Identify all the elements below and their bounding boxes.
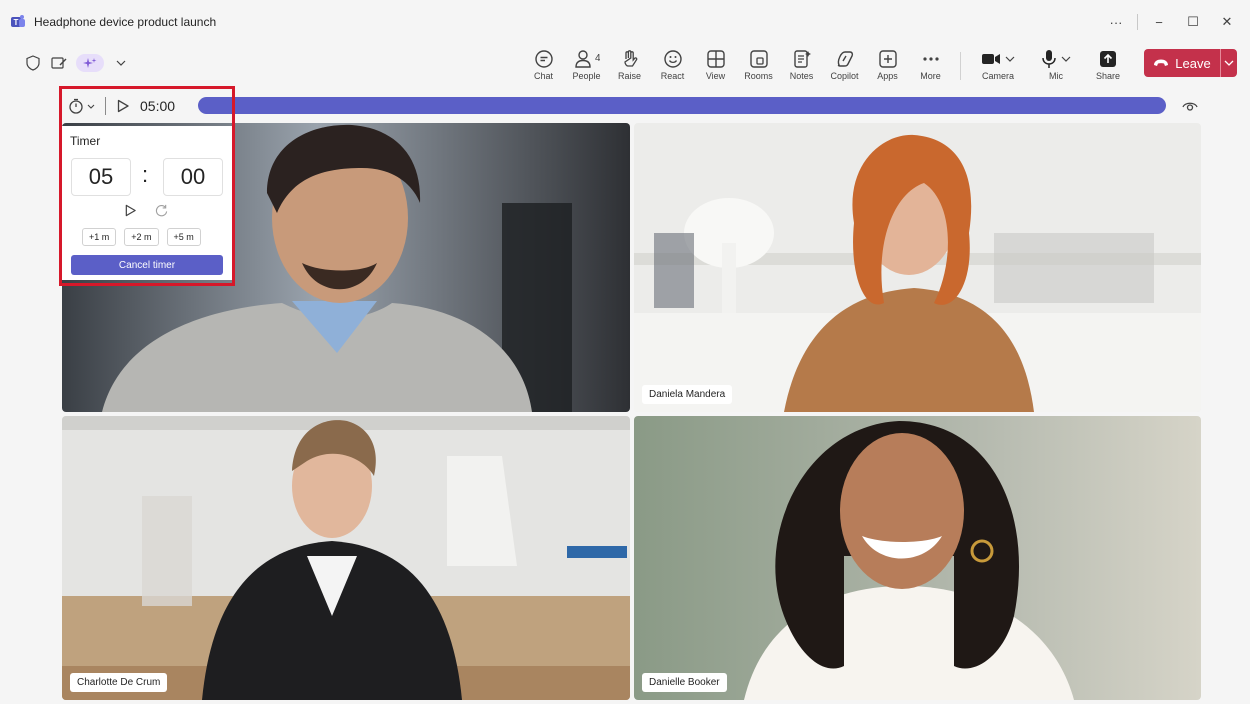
mic-button[interactable]: Mic [1027,46,1085,81]
timer-display: 05:00 [140,98,176,114]
view-label: View [705,71,726,81]
people-icon: 4 [574,48,600,70]
rooms-icon [749,48,769,70]
react-icon [663,48,683,70]
video-tile-3[interactable]: Charlotte De Crum [62,416,630,700]
apps-icon [878,48,898,70]
share-button[interactable]: Share [1085,46,1131,81]
chat-label: Chat [533,71,553,81]
participant-name: Charlotte De Crum [70,673,168,692]
people-count: 4 [595,53,600,64]
camera-button[interactable]: Camera [969,46,1027,81]
window-controls-divider [1137,14,1138,30]
shield-icon[interactable] [24,54,42,72]
camera-icon [982,54,1000,64]
add-2-minutes-button[interactable]: +2 m [124,228,159,246]
video-tile-4[interactable]: Danielle Booker [634,416,1201,700]
add-time-buttons: +1 m +2 m +5 m [82,228,201,246]
notes-icon [792,48,812,70]
notes-edit-icon[interactable] [50,54,68,72]
mic-label: Mic [1049,71,1063,81]
copilot-button[interactable]: Copilot [823,46,866,84]
minimize-button[interactable]: − [1142,8,1176,36]
toolbar-buttons: Chat 4 People Raise React View Rooms Not… [522,46,1131,84]
play-icon[interactable] [124,204,137,217]
visibility-icon[interactable] [1182,98,1198,112]
chevron-down-icon[interactable] [1061,56,1071,62]
people-button[interactable]: 4 People [565,46,608,84]
play-icon[interactable] [116,99,130,113]
apps-button[interactable]: Apps [866,46,909,84]
chevron-down-icon[interactable] [1005,56,1015,62]
view-icon [706,48,726,70]
timer-menu-button[interactable] [68,98,95,114]
toolbar-divider [960,52,961,80]
window-more-button[interactable]: ··· [1099,8,1133,36]
time-separator: : [142,162,149,187]
raise-label: Raise [617,71,641,81]
timer-title: Timer [70,134,101,148]
maximize-button[interactable]: ☐ [1176,8,1210,36]
participant-name: Danielle Booker [642,673,727,692]
add-1-minute-button[interactable]: +1 m [82,228,117,246]
leave-button-group: Leave [1144,49,1237,77]
stopwatch-icon [69,98,83,114]
more-button[interactable]: More [909,46,952,84]
meeting-toolbar: Chat 4 People Raise React View Rooms Not… [0,44,1250,86]
leave-options-button[interactable] [1220,49,1237,77]
chevron-down-icon[interactable] [112,54,130,72]
copilot-label: Copilot [830,71,859,81]
left-tools [24,54,130,72]
more-label: More [920,71,941,81]
window-title: Headphone device product launch [34,15,217,29]
timer-bar: 05:00 [68,94,1198,118]
notes-button[interactable]: Notes [780,46,823,84]
participant-video [62,416,630,700]
participant-name: Daniela Mandera [642,385,733,404]
more-icon [921,48,941,70]
cancel-timer-button[interactable]: Cancel timer [71,255,223,275]
react-label: React [660,71,685,81]
people-label: People [572,71,601,81]
timer-divider [105,97,106,115]
chat-icon [534,48,554,70]
seconds-input[interactable]: 00 [163,158,223,196]
phone-hangup-icon [1154,59,1169,66]
copilot-icon [835,48,855,70]
window-controls: ··· − ☐ ✕ [1099,8,1244,36]
camera-label: Camera [981,71,1014,81]
leave-button[interactable]: Leave [1144,49,1220,77]
timer-progress-bar [198,97,1166,114]
mic-icon [1042,50,1056,68]
react-button[interactable]: React [651,46,694,84]
view-button[interactable]: View [694,46,737,84]
add-5-minutes-button[interactable]: +5 m [166,228,201,246]
rooms-label: Rooms [744,71,773,81]
raise-button[interactable]: Raise [608,46,651,84]
share-icon [1100,51,1116,67]
teams-icon: T [11,15,25,27]
chevron-down-icon [87,104,95,109]
rooms-button[interactable]: Rooms [737,46,780,84]
minutes-input[interactable]: 05 [71,158,131,196]
svg-text:T: T [14,18,19,27]
close-button[interactable]: ✕ [1210,8,1244,36]
leave-label: Leave [1175,55,1211,71]
apps-label: Apps [877,71,898,81]
participant-video [634,416,1201,700]
chat-button[interactable]: Chat [522,46,565,84]
participant-video [634,123,1201,412]
video-tile-2[interactable]: Daniela Mandera [634,123,1201,412]
raise-hand-icon [620,48,640,70]
notes-label: Notes [789,71,814,81]
chevron-down-icon [1224,60,1234,66]
reset-icon[interactable] [155,204,168,217]
timer-controls [124,204,168,217]
title-bar: T Headphone device product launch ··· − … [0,0,1250,44]
timer-popup: Timer 05 : 00 +1 m +2 m +5 m Cancel time… [62,126,232,280]
share-label: Share [1095,71,1121,81]
copilot-sparkle-icon[interactable] [76,54,104,72]
